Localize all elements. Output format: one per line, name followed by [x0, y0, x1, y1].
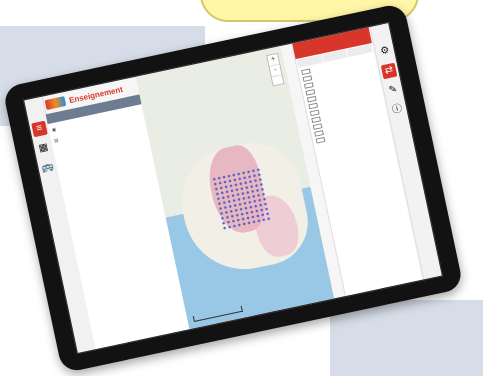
share-button[interactable]: ⇄ — [380, 62, 398, 80]
legend-swatch — [302, 75, 313, 83]
ruler-icon: ✎ — [387, 83, 399, 97]
zoom-out-button[interactable]: - — [269, 64, 282, 78]
building-icon: ▤ — [53, 137, 59, 144]
ruler-button[interactable]: ✎ — [385, 82, 402, 99]
legend-swatch — [312, 123, 323, 130]
share-icon: ⇄ — [383, 64, 395, 77]
legend-swatch — [315, 136, 326, 144]
info-button[interactable]: ⓘ — [389, 102, 406, 119]
zoom-control: + - — [266, 52, 285, 87]
brand-logo — [44, 96, 67, 111]
layers-icon: ▦ — [37, 141, 50, 155]
settings-button[interactable]: ⚙ — [377, 43, 394, 60]
tablet-screen: ≡ ▦ 🚌 Enseignement ▣ ▤ + - ⚙ ⇄ ✎ ⓘ — [23, 21, 443, 355]
legend-swatch — [303, 82, 314, 89]
list-button[interactable]: ≡ — [31, 120, 48, 138]
legend-swatch — [306, 95, 317, 103]
bus-icon: 🚌 — [40, 160, 55, 175]
legend-swatch — [314, 130, 324, 137]
legend-swatch — [305, 88, 316, 96]
legend-swatch — [301, 68, 311, 76]
school-icon: ▣ — [51, 126, 57, 133]
settings-icon: ⚙ — [379, 44, 391, 58]
info-icon: ⓘ — [391, 103, 404, 117]
legend-swatch — [311, 116, 322, 124]
bus-button[interactable]: 🚌 — [40, 160, 57, 177]
list-icon: ≡ — [35, 122, 44, 135]
layers-button[interactable]: ▦ — [35, 140, 52, 157]
legend-swatch — [309, 109, 320, 117]
legend-swatch — [308, 102, 319, 110]
speech-bubble-text — [286, 2, 336, 16]
